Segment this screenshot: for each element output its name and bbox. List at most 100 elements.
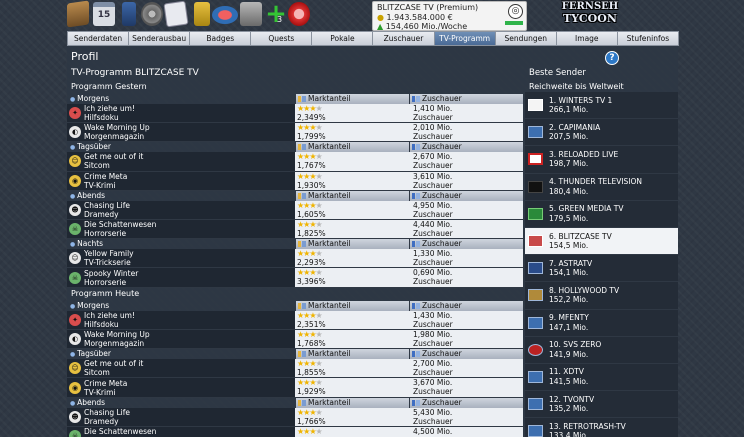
viewers-value: 4,500 Mio.	[413, 426, 453, 436]
tab-pokale[interactable]: Pokale	[311, 31, 374, 46]
ranking-row[interactable]: 5. GREEN MEDIA TV 179,5 Mio.	[525, 200, 678, 228]
viewers-icon	[412, 351, 420, 358]
program-info[interactable]: ☺ Get me out of it Sitcom	[67, 359, 295, 378]
channel-logo-icon	[528, 99, 543, 112]
ranking-row[interactable]: 8. HOLLYWOOD TV 152,2 Mio.	[525, 282, 678, 310]
program-info[interactable]: ☠Die SchattenwesenHorrorserie	[67, 426, 295, 437]
viewers-unit: Zuschauer	[413, 387, 453, 397]
ranking-reach: 147,1 Mio.	[549, 322, 589, 332]
viewers-cell: 2,670 Mio. Zuschauer	[409, 152, 523, 171]
tab-badges[interactable]: Badges	[189, 31, 252, 46]
program-text: Chasing Life Dramedy	[84, 408, 130, 426]
rankings-list: 1. WINTERS TV 1 266,1 Mio. 2. CAPIMANIA 207…	[525, 92, 678, 437]
people-icon[interactable]	[240, 2, 262, 26]
tab-image[interactable]: Image	[555, 31, 618, 46]
viewers-unit: Zuschauer	[413, 258, 453, 268]
viewers-label: Zuschauer	[422, 300, 462, 310]
tab-tv-programm[interactable]: TV-Programm	[433, 31, 496, 46]
viewers-cell: 1,980 Mio. Zuschauer	[409, 329, 523, 349]
market-share-value: 1,855%	[297, 368, 326, 378]
ranking-row[interactable]: 13. RETROTRASH-TV 133,4 Mio.	[525, 418, 678, 437]
program-genre: Dramedy	[84, 416, 119, 426]
ranking-row[interactable]: 7. ASTRATV 154,1 Mio.	[525, 255, 678, 283]
power-icon[interactable]	[288, 2, 310, 26]
program-info[interactable]: ◐ Wake Morning Up Morgenmagazin	[67, 123, 295, 142]
ranking-channel: 3. RELOADED LIVE	[549, 149, 619, 159]
program-info[interactable]: ☠ Spooky Winter Horrorserie	[67, 268, 295, 287]
viewers-label: Zuschauer	[422, 142, 462, 152]
program-info[interactable]: ☺ Get me out of it Sitcom	[67, 152, 295, 171]
viewers-header: Zuschauer	[409, 300, 523, 311]
ranking-row[interactable]: 6. BLITZCASE TV 154,5 Mio.	[525, 227, 678, 256]
program-table: Programm Gestern Morgens Marktanteil Zuscha…	[67, 81, 525, 437]
tab-sendungen[interactable]: Sendungen	[494, 31, 557, 46]
viewers-value: 1,410 Mio.	[413, 103, 453, 113]
viewers-icon	[412, 399, 420, 406]
ranking-reach: 135,2 Mio.	[549, 404, 589, 414]
program-row: ☠ Die Schattenwesen Horrorserie ★★★★ 1,825% 4…	[67, 220, 525, 240]
viewers-unit: Zuschauer	[413, 338, 453, 348]
ranking-channel: 7. ASTRATV	[549, 258, 593, 268]
tab-senderausbau[interactable]: Senderausbau	[128, 31, 191, 46]
program-info[interactable]: ◉ Crime Meta TV-Krimi	[67, 171, 295, 190]
archive-icon[interactable]	[122, 2, 136, 26]
program-row: ☻ Chasing Life Dramedy ★★★★ 1,766% 5,430 Mio.…	[67, 407, 525, 427]
newspaper-icon[interactable]	[163, 0, 189, 28]
program-genre: Sitcom	[84, 161, 110, 171]
rating-stars: ★★★★	[297, 123, 409, 132]
program-info[interactable]: ✦ Ich ziehe um! Hilfsdoku	[67, 310, 295, 329]
program-info[interactable]: ✦ Ich ziehe um! Hilfsdoku	[67, 103, 295, 123]
ranking-row[interactable]: 12. TVONTV 135,2 Mio.	[525, 391, 678, 419]
star-icon: ★	[315, 152, 323, 162]
program-text: Wake Morning Up Morgenmagazin	[84, 330, 150, 348]
star-icon: ★	[315, 329, 323, 339]
globe-icon[interactable]: ◎	[508, 4, 523, 19]
slot-header: Morgens Marktanteil Zuschauer	[67, 300, 525, 311]
tab-senderdaten[interactable]: Senderdaten	[67, 31, 130, 46]
slot-header: Tagsüber Marktanteil Zuschauer	[67, 349, 525, 360]
viewers-unit: Zuschauer	[413, 416, 453, 426]
ranking-row[interactable]: 3. RELOADED LIVE 198,7 Mio.	[525, 146, 678, 174]
money-icon[interactable]	[212, 6, 238, 24]
program-row: ✦ Ich ziehe um! Hilfsdoku ★★★★ 2,351% 1,430 M…	[67, 310, 525, 330]
channel-income: 154,460 Mio./Woche	[385, 22, 468, 31]
rating-stars: ★★★★	[297, 249, 409, 258]
tab-zuschauer[interactable]: Zuschauer	[372, 31, 435, 46]
plus-icon[interactable]: +	[265, 1, 287, 27]
tab-stufeninfos[interactable]: Stufeninfos	[616, 31, 679, 46]
ranking-row[interactable]: 1. WINTERS TV 1 266,1 Mio.	[525, 92, 678, 120]
advertising-icon[interactable]	[194, 2, 210, 26]
program-info[interactable]: ☻ Chasing Life Dramedy	[67, 200, 295, 220]
program-info[interactable]: ☻ Chasing Life Dramedy	[67, 407, 295, 426]
help-icon[interactable]: ?	[605, 51, 619, 65]
program-info[interactable]: ☺ Yellow Family TV-Trickserie	[67, 249, 295, 268]
program-genre: TV-Krimi	[84, 387, 116, 397]
tab-quests[interactable]: Quests	[250, 31, 313, 46]
viewers-cell: 2,010 Mio. Zuschauer	[409, 123, 523, 142]
market-share-label: Marktanteil	[308, 190, 351, 200]
program-info[interactable]: ◐ Wake Morning Up Morgenmagazin	[67, 329, 295, 349]
rating-stars: ★★★★	[297, 172, 409, 181]
program-title: Ich ziehe um!	[84, 310, 135, 320]
ranking-row[interactable]: 11. XDTV 141,5 Mio.	[525, 363, 678, 392]
main-nav: Senderdaten Senderausbau Badges Quests Pokal…	[67, 31, 679, 46]
ranking-row[interactable]: 9. MFENTY 147,1 Mio.	[525, 309, 678, 337]
calendar-icon[interactable]: 15	[93, 2, 115, 26]
viewers-cell: 0,690 Mio. Zuschauer	[409, 268, 523, 287]
ranking-reach: 141,9 Mio.	[549, 349, 589, 359]
viewers-cell: 5,430 Mio. Zuschauer	[409, 407, 523, 426]
ranking-row[interactable]: 4. THUNDER TELEVISION 180,4 Mio.	[525, 173, 678, 201]
viewers-icon	[412, 96, 420, 102]
book-icon[interactable]	[67, 0, 89, 28]
program-text: Die SchattenwesenHorrorserie	[84, 427, 156, 437]
channel-logo-icon	[528, 289, 543, 302]
program-text: Crime Meta TV-Krimi	[84, 172, 127, 190]
genre-icon: ☻	[69, 203, 81, 216]
film-reel-icon[interactable]	[141, 2, 163, 26]
program-genre: Morgenmagazin	[84, 339, 145, 349]
program-info[interactable]: ◉ Crime Meta TV-Krimi	[67, 378, 295, 397]
ranking-row[interactable]: 10. SVS ZERO 141,9 Mio.	[525, 336, 678, 364]
program-info[interactable]: ☠Die SchattenwesenHorrorserie	[67, 220, 295, 239]
ranking-row[interactable]: 2. CAPIMANIA 207,5 Mio.	[525, 119, 678, 147]
market-share-cell: ★★★★ 1,799%	[295, 123, 409, 142]
